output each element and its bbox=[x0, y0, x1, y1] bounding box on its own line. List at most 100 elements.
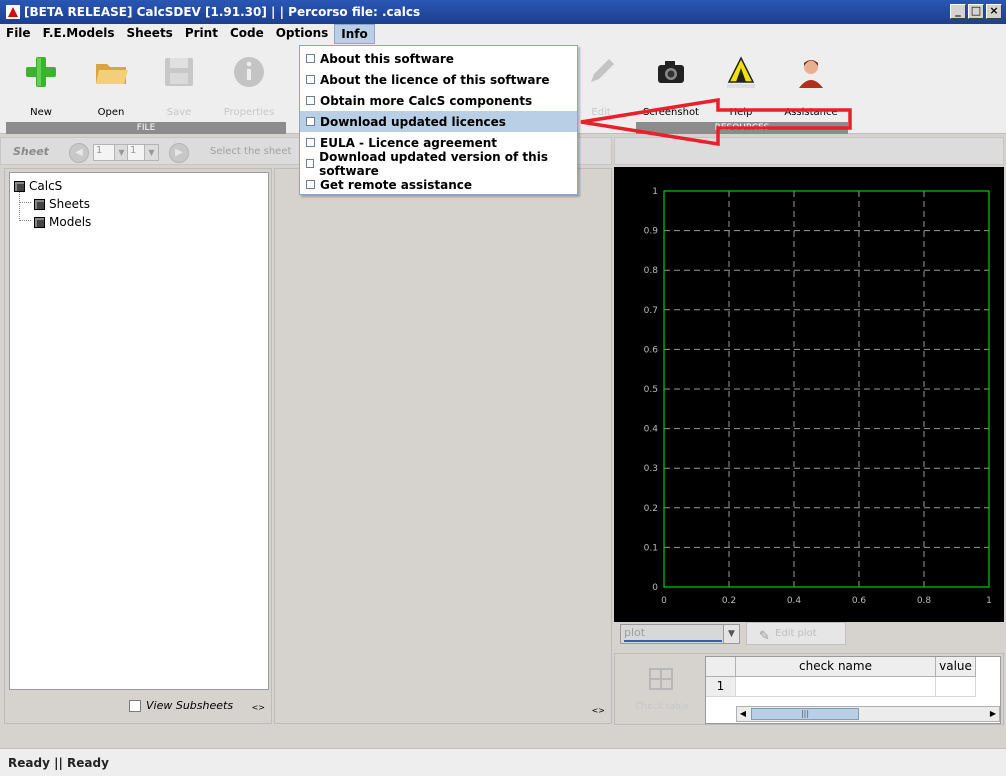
menu-item-icon bbox=[306, 180, 315, 189]
folder-icon bbox=[96, 64, 128, 84]
menu-file[interactable]: File bbox=[0, 24, 37, 44]
check-panel: Check table check name value 1 ◀ ||| ▶ bbox=[614, 653, 1004, 725]
previous-sheet-button[interactable]: ◀ bbox=[69, 143, 89, 163]
column-header-value[interactable]: value bbox=[936, 657, 976, 677]
scroll-right-icon[interactable]: ▶ bbox=[987, 708, 999, 720]
edit-plot-button[interactable]: ✎ Edit plot bbox=[746, 622, 846, 645]
cube-icon bbox=[34, 216, 45, 228]
menu-fe-models[interactable]: F.E.Models bbox=[37, 24, 121, 44]
y-tick-label: 0 bbox=[652, 583, 658, 593]
minimize-button[interactable]: _ bbox=[950, 4, 966, 19]
new-label: New bbox=[30, 107, 52, 118]
scroll-left-icon[interactable]: ◀ bbox=[737, 708, 749, 720]
tree-node-label: CalcS bbox=[29, 179, 63, 193]
scroll-thumb[interactable]: ||| bbox=[751, 708, 859, 720]
view-subsheets-label: View Subsheets bbox=[146, 699, 234, 712]
file-group-label: FILE bbox=[6, 122, 286, 134]
x-tick-label: 0 bbox=[661, 596, 667, 606]
menu-item-remote-assistance[interactable]: Get remote assistance bbox=[300, 174, 577, 195]
panel-resize-handle[interactable]: <> bbox=[252, 703, 265, 712]
check-table[interactable]: check name value 1 ◀ ||| ▶ bbox=[705, 656, 1001, 724]
menu-item-label: Get remote assistance bbox=[320, 177, 473, 192]
window-title: [BETA RELEASE] CalcSDEV [1.91.30] | | Pe… bbox=[24, 5, 421, 19]
help-tent-icon bbox=[727, 56, 755, 88]
status-text: Ready || Ready bbox=[8, 756, 109, 770]
menu-item-about-software[interactable]: About this software bbox=[300, 48, 577, 69]
menu-bar: File F.E.Models Sheets Print Code Option… bbox=[0, 24, 1006, 44]
save-button[interactable]: Save bbox=[144, 50, 214, 118]
info-icon bbox=[234, 57, 264, 87]
maximize-button[interactable]: □ bbox=[968, 4, 984, 19]
cube-icon bbox=[14, 180, 25, 192]
panel-resize-handle[interactable]: <> bbox=[592, 706, 605, 715]
x-tick-label: 1 bbox=[986, 596, 992, 606]
y-tick-label: 0.7 bbox=[644, 306, 658, 316]
sheet-spinner-1[interactable]: 1 ▼ bbox=[93, 144, 129, 161]
status-bar: Ready || Ready bbox=[0, 748, 1006, 776]
next-sheet-button[interactable]: ▶ bbox=[169, 143, 189, 163]
tree-node-label: Models bbox=[49, 215, 92, 229]
tree-node-sheets[interactable]: Sheets bbox=[34, 197, 90, 211]
x-tick-label: 0.8 bbox=[917, 596, 932, 606]
view-subsheets-toggle[interactable]: View Subsheets bbox=[129, 699, 233, 712]
open-button[interactable]: Open bbox=[76, 50, 146, 118]
y-tick-label: 0.5 bbox=[644, 385, 658, 395]
tree-node-label: Sheets bbox=[49, 197, 90, 211]
open-label: Open bbox=[97, 107, 125, 118]
y-tick-label: 0.3 bbox=[644, 464, 658, 474]
plot-select[interactable]: plot ▼ bbox=[620, 624, 740, 644]
plus-icon bbox=[26, 57, 56, 87]
sheet-spinner-1-value: 1 bbox=[96, 145, 103, 156]
plot-area: 0 0.2 0.4 0.6 0.8 1 0 0.1 0.2 0.3 0.4 0.5 0.6 0.7 0.8 0… bbox=[614, 167, 1004, 622]
chevron-down-icon: ▼ bbox=[114, 145, 128, 160]
chevron-down-icon: ▼ bbox=[723, 625, 739, 643]
tree-node-root[interactable]: CalcS bbox=[14, 179, 62, 193]
properties-label: Properties bbox=[223, 107, 275, 118]
title-bar: [BETA RELEASE] CalcSDEV [1.91.30] | | Pe… bbox=[0, 0, 1006, 24]
menu-item-obtain-components[interactable]: Obtain more CalcS components bbox=[300, 90, 577, 111]
menu-item-download-version[interactable]: Download updated version of this softwar… bbox=[300, 150, 577, 178]
menu-item-icon bbox=[306, 96, 315, 105]
tree-connector bbox=[19, 220, 31, 221]
menu-code[interactable]: Code bbox=[224, 24, 270, 44]
properties-button[interactable]: Properties bbox=[214, 50, 284, 118]
menu-sheets[interactable]: Sheets bbox=[120, 24, 178, 44]
horizontal-scrollbar[interactable]: ◀ ||| ▶ bbox=[736, 706, 1000, 722]
plot-select-value: plot bbox=[624, 626, 722, 642]
menu-item-label: About this software bbox=[320, 51, 454, 66]
new-button[interactable]: New bbox=[6, 50, 76, 118]
tree-panel: CalcS Sheets Models View Subsheets <> bbox=[4, 168, 272, 724]
column-header-check-name[interactable]: check name bbox=[736, 657, 936, 677]
select-sheet-label: Select the sheet bbox=[210, 146, 292, 157]
tree-connector bbox=[19, 190, 20, 221]
menu-item-icon bbox=[306, 159, 315, 168]
y-tick-label: 0.8 bbox=[644, 266, 659, 276]
sheet-spinner-2[interactable]: 1 ▼ bbox=[127, 144, 159, 161]
support-person-icon bbox=[799, 60, 823, 88]
row-header-corner bbox=[706, 657, 736, 677]
menu-item-about-licence[interactable]: About the licence of this software bbox=[300, 69, 577, 90]
camera-icon bbox=[658, 61, 684, 83]
menu-item-label: Download updated licences bbox=[320, 114, 506, 129]
menu-item-label: Obtain more CalcS components bbox=[320, 93, 533, 108]
table-icon[interactable] bbox=[649, 668, 673, 690]
info-menu-dropdown: About this software About the licence of… bbox=[299, 45, 578, 195]
menu-print[interactable]: Print bbox=[179, 24, 224, 44]
view-subsheets-checkbox[interactable] bbox=[129, 699, 141, 712]
table-cell-check-name[interactable] bbox=[736, 677, 936, 697]
chevron-down-icon: ▼ bbox=[144, 145, 158, 160]
tree-node-models[interactable]: Models bbox=[34, 215, 91, 229]
close-button[interactable]: × bbox=[986, 4, 1002, 19]
y-tick-label: 0.2 bbox=[644, 504, 658, 514]
y-tick-label: 0.1 bbox=[644, 543, 658, 553]
y-tick-label: 0.4 bbox=[644, 425, 659, 435]
menu-options[interactable]: Options bbox=[270, 24, 335, 44]
menu-item-icon bbox=[306, 54, 315, 63]
pencil-icon: ✎ bbox=[759, 629, 770, 644]
model-tree[interactable]: CalcS Sheets Models bbox=[9, 172, 269, 690]
app-logo-icon bbox=[6, 5, 20, 19]
menu-info[interactable]: Info bbox=[334, 24, 375, 44]
menu-item-download-licences[interactable]: Download updated licences bbox=[300, 111, 577, 132]
edit-plot-label: Edit plot bbox=[775, 628, 817, 639]
table-cell-value[interactable] bbox=[936, 677, 976, 697]
